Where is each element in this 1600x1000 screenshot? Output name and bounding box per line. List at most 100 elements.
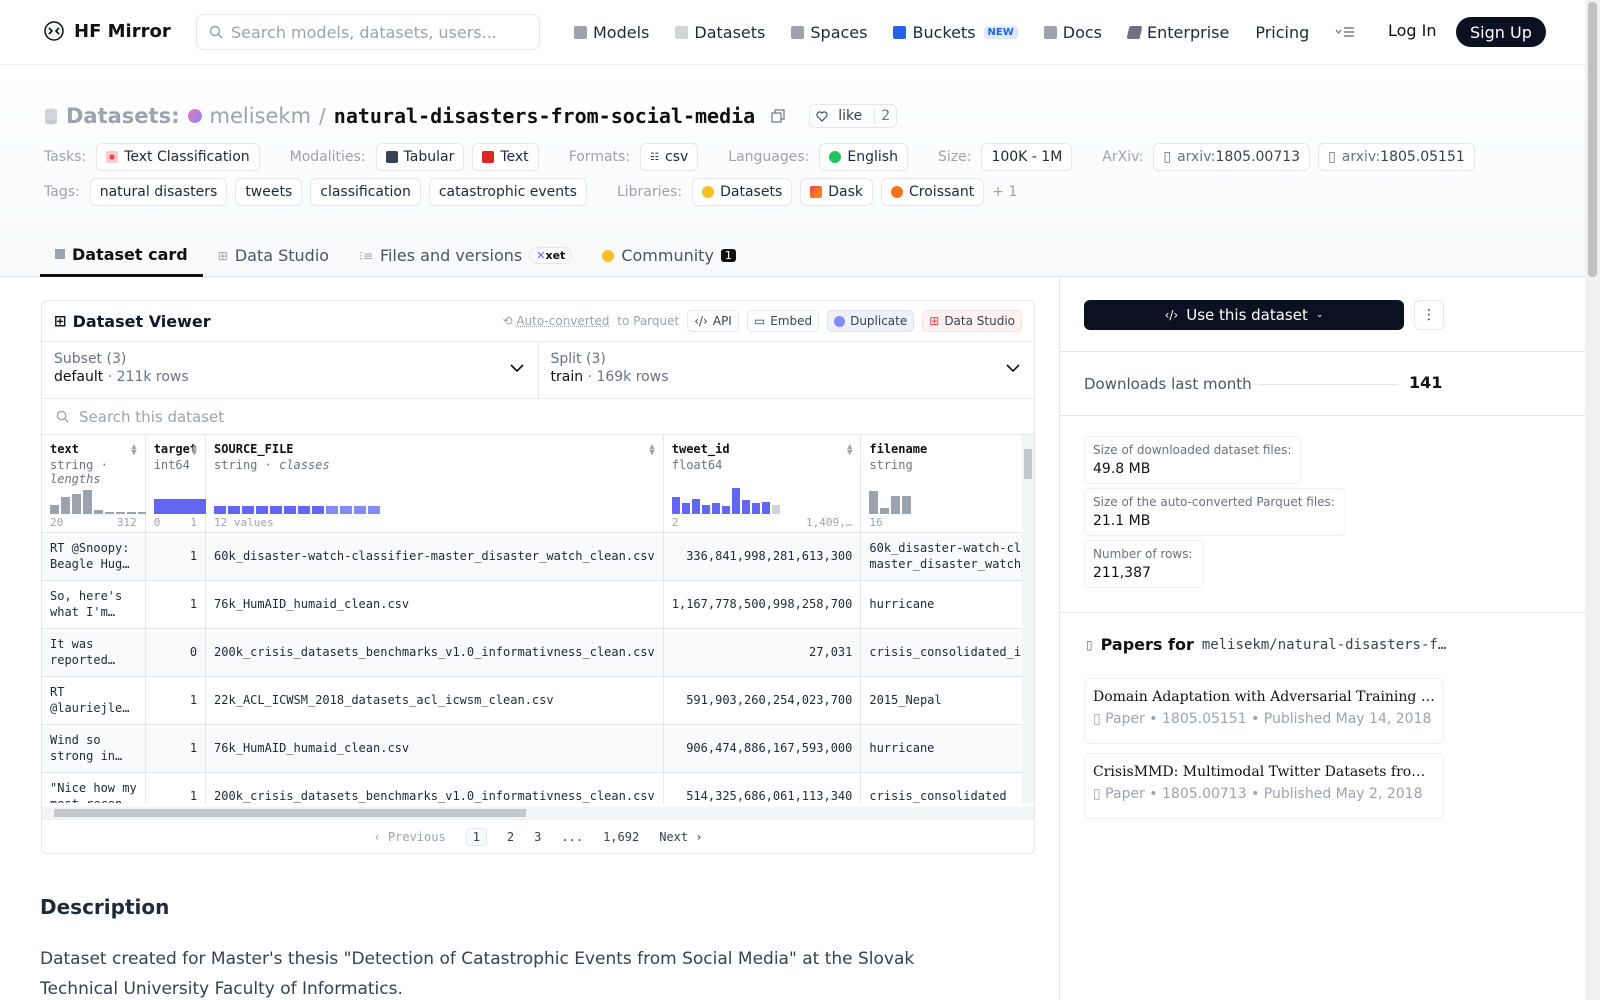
histogram-bar[interactable] — [326, 505, 339, 514]
sort-icon[interactable]: ▲ ▼ — [131, 443, 136, 458]
repo-owner-link[interactable]: melisekm — [210, 104, 312, 128]
histogram-bar[interactable] — [671, 496, 680, 514]
column-header-2[interactable]: SOURCE_FILE string · classes ▲ ▼ 12 values — [205, 435, 664, 533]
user-avatar[interactable] — [187, 109, 202, 123]
nav-buckets[interactable]: Buckets NEW — [893, 18, 1018, 46]
table-row[interactable]: So, here's what I'm watching most closel… — [42, 580, 1034, 629]
format-chip[interactable]: ☷ csv — [640, 143, 699, 171]
dataset-search[interactable] — [42, 399, 1034, 435]
tag-chip[interactable]: catastrophic events — [428, 178, 587, 206]
page-3[interactable]: 3 — [534, 830, 541, 844]
histogram-bar[interactable] — [771, 504, 780, 514]
histogram-bar[interactable] — [751, 502, 760, 514]
table-cell[interactable]: RT @Snoopy: Beagle Hugs for Oklahoma.… — [42, 532, 146, 581]
table-cell[interactable]: 22k_ACL_ICWSM_2018_datasets_acl_icwsm_cl… — [205, 676, 664, 725]
duplicate-button[interactable]: Duplicate — [827, 310, 915, 332]
histogram-bar[interactable] — [312, 505, 325, 514]
use-this-dataset-button[interactable]: ‹/› Use this dataset ⌄ — [1084, 300, 1404, 330]
library-chip-croissant[interactable]: Croissant — [881, 178, 985, 206]
histogram-bar[interactable] — [116, 511, 125, 514]
tag-chip[interactable]: classification — [310, 178, 421, 206]
histogram-bar[interactable] — [869, 490, 879, 514]
sort-icon[interactable]: ▲ ▼ — [847, 443, 852, 458]
table-cell[interactable]: 336,841,998,281,613,300 — [663, 532, 862, 581]
table-cell[interactable]: 1 — [145, 772, 207, 803]
table-cell[interactable]: So, here's what I'm watching most closel… — [42, 580, 146, 629]
histogram-bar[interactable] — [50, 504, 59, 514]
histogram-bar[interactable] — [214, 505, 227, 514]
table-cell[interactable]: 0 — [145, 628, 207, 677]
histogram-bar[interactable] — [761, 501, 770, 514]
histogram-bar[interactable] — [880, 507, 890, 514]
arxiv-chip-1[interactable]: ▯ arxiv: 1805.00713 — [1153, 143, 1311, 171]
login-link[interactable]: Log In — [1388, 21, 1437, 40]
table-vertical-scrollbar[interactable] — [1022, 435, 1034, 803]
histogram-bar[interactable] — [741, 499, 750, 514]
tab-data-studio[interactable]: ⊞ Data Studio — [203, 234, 344, 277]
table-cell[interactable]: 27,031 — [663, 628, 862, 677]
global-search[interactable] — [196, 14, 540, 50]
histogram-bar[interactable] — [127, 511, 136, 514]
histogram-bar[interactable] — [256, 505, 269, 514]
column-header-3[interactable]: tweet_id float64 ▲ ▼ 2 1,409,… — [663, 435, 862, 533]
histogram-bar[interactable] — [891, 495, 901, 514]
scrollbar-thumb[interactable] — [1024, 449, 1032, 479]
column-header-1[interactable]: target int64 ▲ ▼ 0 1 — [145, 435, 280, 533]
histogram-bar[interactable] — [242, 505, 255, 514]
table-cell[interactable]: 60k_disaster-watch-classifier-master_dis… — [860, 532, 1034, 581]
table-cell[interactable]: 2015_Nepal — [860, 676, 1034, 725]
sort-icon[interactable]: ▲ ▼ — [649, 443, 654, 458]
prev-page[interactable]: ‹ Previous — [373, 830, 445, 844]
nav-spaces[interactable]: Spaces — [791, 18, 867, 46]
histogram-bar[interactable] — [681, 502, 690, 514]
data-studio-button[interactable]: ⊞ Data Studio — [922, 310, 1022, 332]
page-scrollbar[interactable] — [1585, 0, 1600, 1000]
histogram-bar[interactable] — [701, 504, 710, 514]
table-cell[interactable]: crisis_consolidated_informativeness_filt… — [860, 628, 1034, 677]
histogram-bar[interactable] — [340, 505, 353, 514]
global-search-input[interactable] — [231, 22, 521, 42]
nav-pricing[interactable]: Pricing — [1255, 18, 1309, 46]
arxiv-chip-2[interactable]: ▯ arxiv: 1805.05151 — [1318, 143, 1475, 171]
histogram-bar[interactable] — [61, 496, 70, 514]
page-1[interactable]: 1 — [465, 827, 487, 846]
histogram-bar[interactable] — [284, 505, 297, 514]
table-cell[interactable]: RT @lauriejlee: Thanks @alstewitn @itvne… — [42, 676, 146, 725]
paper-card[interactable]: Domain Adaptation with Adversarial Train… — [1084, 678, 1444, 744]
table-row[interactable]: "Nice how my most recent wellness fit… 1 2… — [42, 772, 1034, 803]
histogram-bar[interactable] — [72, 493, 81, 514]
embed-button[interactable]: ▭ Embed — [746, 310, 820, 332]
auto-converted-link[interactable]: Auto-converted — [516, 314, 609, 328]
table-cell[interactable]: hurricane — [860, 724, 1034, 773]
table-row[interactable]: RT @lauriejlee: Thanks @alstewitn @itvne… — [42, 676, 1034, 725]
histogram-bar[interactable] — [298, 505, 311, 514]
table-cell[interactable]: 60k_disaster-watch-classifier-master_dis… — [205, 532, 664, 581]
table-cell[interactable]: hurricane — [860, 580, 1034, 629]
nav-docs[interactable]: Docs — [1043, 18, 1102, 46]
histogram-bar[interactable] — [83, 489, 92, 514]
nav-enterprise[interactable]: Enterprise — [1126, 18, 1229, 46]
table-cell[interactable]: 906,474,886,167,593,000 — [663, 724, 862, 773]
table-cell[interactable]: 514,325,686,061,113,340 — [663, 772, 862, 803]
modality-chip-text[interactable]: Text — [472, 143, 539, 171]
table-cell[interactable]: It was reported that Malaysian firms wer… — [42, 628, 146, 677]
column-header-4[interactable]: filenamestring▲▼16 — [860, 435, 1034, 533]
tag-chip[interactable]: tweets — [235, 178, 303, 206]
scrollbar-thumb[interactable] — [54, 809, 526, 817]
table-cell[interactable]: crisis_consolidated — [860, 772, 1034, 803]
histogram-bar[interactable] — [94, 509, 103, 514]
paper-card[interactable]: CrisisMMD: Multimodal Twitter Datasets f… — [1084, 753, 1444, 819]
library-chip-dask[interactable]: Dask — [800, 178, 874, 206]
language-chip[interactable]: English — [819, 143, 908, 171]
nav-datasets[interactable]: Datasets — [675, 18, 765, 46]
table-cell[interactable]: 1 — [145, 724, 207, 773]
split-select[interactable]: Split (3) train · 169k rows — [537, 342, 1035, 398]
table-row[interactable]: RT @Snoopy: Beagle Hugs for Oklahoma.… 1 6… — [42, 532, 1034, 581]
histogram-bar[interactable] — [228, 505, 241, 514]
more-options-button[interactable]: ⋮ — [1414, 300, 1444, 330]
histogram-bar[interactable] — [691, 498, 700, 514]
more-libraries[interactable]: + 1 — [992, 184, 1017, 200]
histogram-bar[interactable] — [711, 502, 720, 514]
page-scrollbar-thumb[interactable] — [1588, 2, 1597, 277]
dataset-search-input[interactable] — [79, 407, 679, 426]
